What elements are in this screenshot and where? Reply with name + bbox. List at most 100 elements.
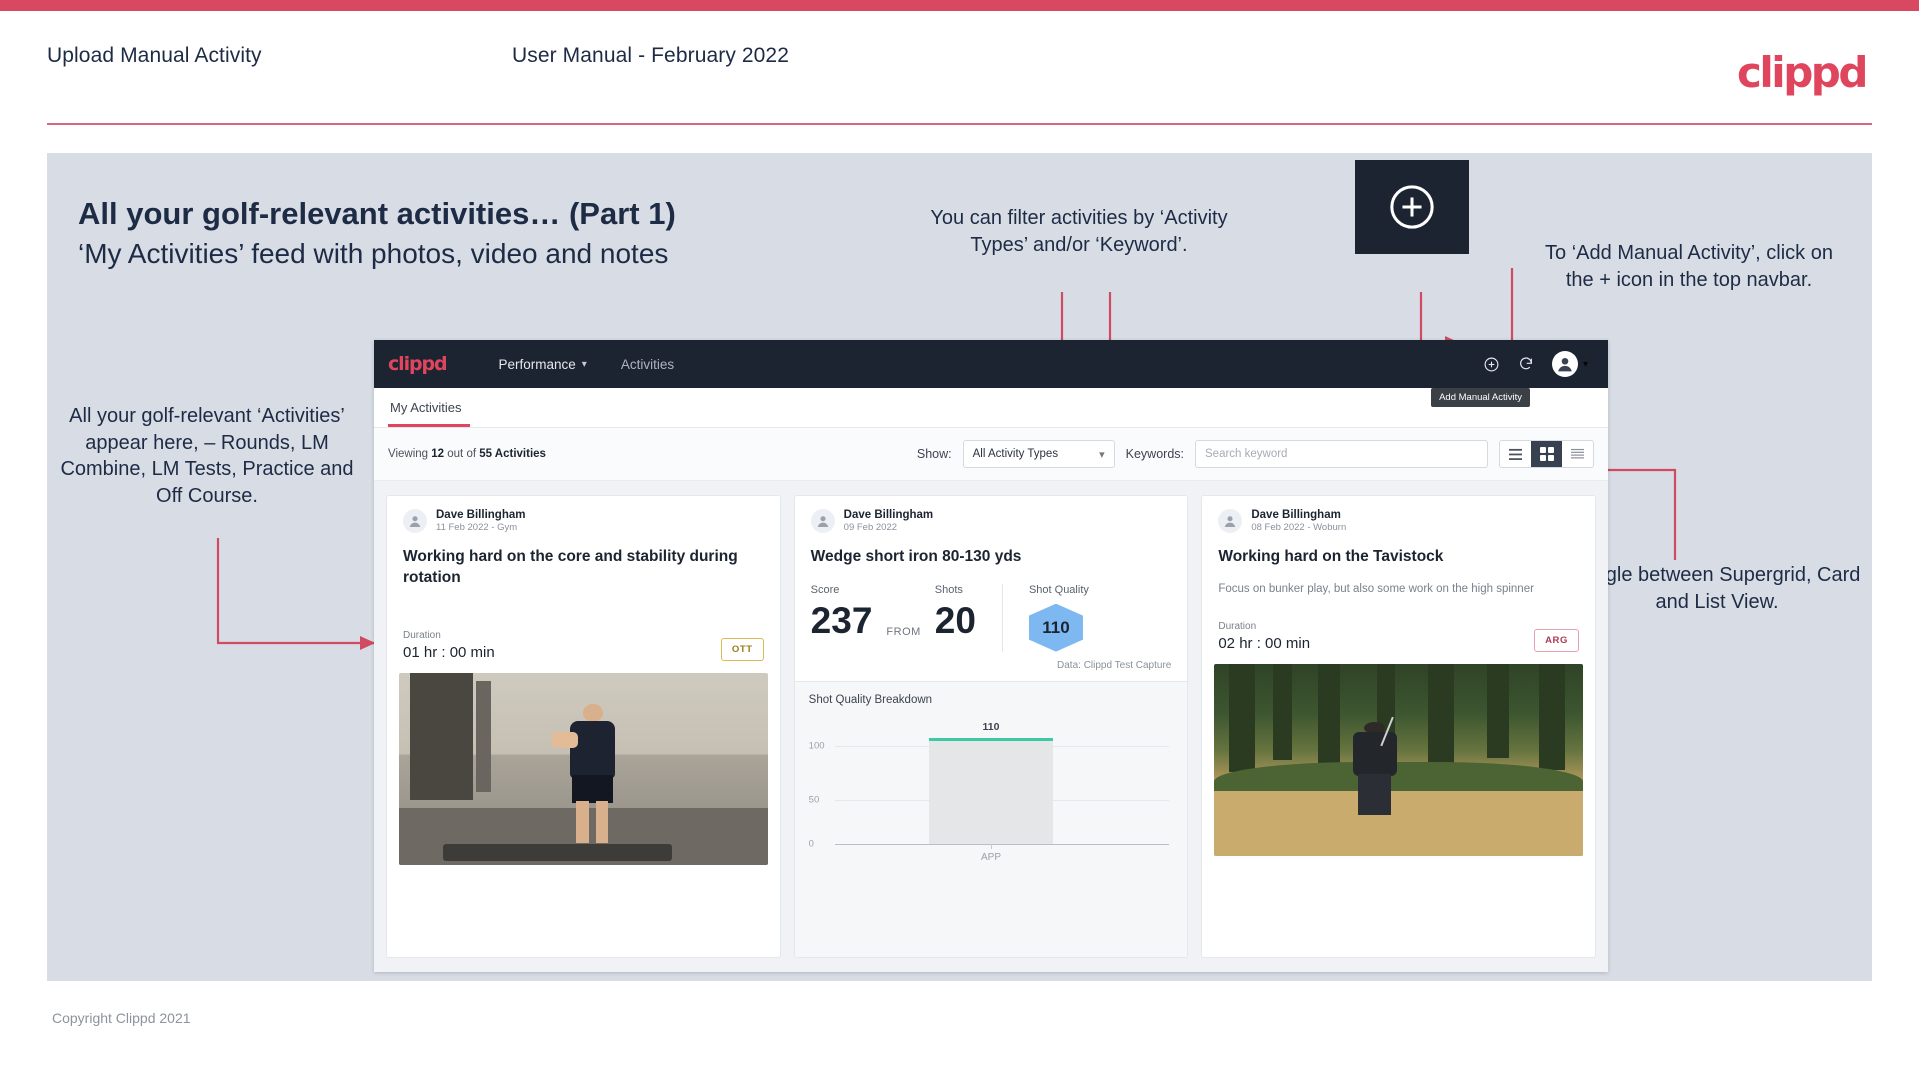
card-title: Wedge short iron 80-130 yds (810, 548, 1022, 565)
card-view-icon[interactable] (1562, 441, 1593, 467)
card-author: Dave Billingham (1251, 509, 1341, 521)
score-label: Score (810, 583, 840, 596)
user-menu[interactable]: ▾ (1551, 351, 1588, 377)
supergrid-view-icon[interactable] (1531, 441, 1562, 467)
search-input[interactable]: Search keyword (1195, 440, 1488, 468)
card-title: Working hard on the core and stability d… (403, 548, 738, 586)
card-author-block: Dave Billingham 11 Feb 2022 - Gym (436, 509, 525, 533)
callout-filter: You can filter activities by ‘Activity T… (930, 207, 1228, 256)
plus-circle-icon[interactable] (1483, 356, 1500, 373)
shots-metric: Shots 20 (935, 584, 976, 652)
card-author-block: Dave Billingham 08 Feb 2022 - Woburn (1251, 509, 1346, 533)
viewing-count-text: Viewing 12 out of 55 Activities (388, 448, 546, 460)
copyright-footer: Copyright Clippd 2021 (52, 1010, 191, 1026)
slide-subheading: ‘My Activities’ feed with photos, video … (78, 238, 669, 269)
from-label: FROM (886, 625, 921, 638)
callout-toggle-views: Toggle between Supergrid, Card and List … (1573, 564, 1861, 613)
bar-app (929, 739, 1053, 844)
y-tick-label: 100 (808, 740, 825, 752)
app-screenshot: clippd Performance ▾ Activities ▾ Add Ma… (374, 340, 1608, 972)
status-badge: OTT (720, 638, 764, 662)
refresh-icon[interactable] (1518, 356, 1534, 372)
duration-value: 02 hr : 00 min (1218, 635, 1311, 653)
card-duration-row: Duration 02 hr : 00 min ARG (1202, 621, 1595, 653)
card-meta: 08 Feb 2022 - Woburn (1251, 522, 1347, 533)
app-filter-bar: Viewing 12 out of 55 Activities Show: Al… (374, 428, 1608, 481)
gym-video-thumbnail[interactable] (399, 673, 768, 866)
tab-my-activities[interactable]: My Activities (388, 400, 470, 427)
app-navbar: clippd Performance ▾ Activities ▾ Add Ma… (374, 340, 1608, 407)
golf-bunker-photo[interactable] (1214, 664, 1584, 857)
shot-quality-hexagon: 110 (1028, 603, 1083, 652)
shots-value: 20 (934, 599, 976, 641)
slide-root: Upload Manual Activity User Manual - Feb… (0, 0, 1919, 1079)
activity-type-select[interactable]: All Activity Types ▾ (962, 440, 1115, 468)
avatar (403, 509, 427, 533)
card-description: Focus on bunker play, but also some work… (1218, 582, 1534, 595)
status-badge: ARG (1534, 629, 1580, 653)
page-subtitle: User Manual - February 2022 (512, 44, 789, 67)
x-tick-label: APP (980, 851, 1002, 863)
show-label: Show: (916, 447, 952, 461)
card-header: Dave Billingham 11 Feb 2022 - Gym (387, 496, 780, 533)
chevron-down-icon: ▾ (1099, 448, 1105, 461)
activity-type-value: All Activity Types (972, 448, 1059, 460)
chevron-down-icon: ▾ (581, 358, 587, 370)
bar-cap (929, 737, 1053, 741)
nav-link-activities[interactable]: Activities (621, 357, 674, 372)
avatar (810, 509, 835, 533)
card-meta: 11 Feb 2022 - Gym (436, 522, 518, 533)
x-tick (991, 843, 992, 849)
shot-quality-metric: Shot Quality 110 (1003, 584, 1089, 652)
duration-label: Duration (1218, 621, 1257, 633)
card-author: Dave Billingham (843, 509, 934, 521)
card-header: Dave Billingham 09 Feb 2022 (795, 496, 1188, 533)
bar-chart: 100 50 0 110 APP (808, 720, 1174, 870)
duration-block: Duration 01 hr : 00 min (403, 630, 495, 661)
add-manual-activity-highlight (1355, 160, 1469, 254)
duration-label: Duration (403, 630, 441, 642)
y-tick-label: 0 (808, 838, 814, 850)
add-manual-activity-tooltip: Add Manual Activity (1431, 388, 1530, 407)
score-metric: Score 237 (811, 584, 873, 652)
view-mode-toggle[interactable] (1499, 440, 1594, 468)
keywords-label: Keywords: (1125, 447, 1184, 461)
clippd-logo: clippd (1737, 48, 1868, 97)
activity-card[interactable]: Dave Billingham 08 Feb 2022 - Woburn Wor… (1201, 495, 1597, 958)
plus-circle-icon (1386, 181, 1438, 233)
card-duration-row: Duration 01 hr : 00 min OTT (387, 630, 780, 662)
top-accent-bar (0, 0, 1919, 11)
card-title: Working hard on the Tavistock (1218, 548, 1444, 565)
activity-card[interactable]: Dave Billingham 09 Feb 2022 Wedge short … (793, 495, 1189, 958)
chart-title: Shot Quality Breakdown (808, 693, 933, 706)
avatar (1218, 509, 1243, 533)
card-meta: 09 Feb 2022 (843, 522, 898, 533)
app-logo[interactable]: clippd (388, 353, 448, 375)
activity-card[interactable]: Dave Billingham 11 Feb 2022 - Gym Workin… (386, 495, 781, 958)
duration-value: 01 hr : 00 min (403, 644, 495, 662)
page-title: Upload Manual Activity (47, 44, 262, 67)
activities-grid: Dave Billingham 11 Feb 2022 - Gym Workin… (374, 481, 1608, 972)
duration-block: Duration 02 hr : 00 min (1218, 621, 1310, 652)
shots-label: Shots (934, 583, 963, 596)
callout-activities-feed: All your golf-relevant ‘Activities’ appe… (60, 405, 354, 507)
shot-quality-breakdown-chart: Shot Quality Breakdown 100 50 0 110 APP (794, 681, 1188, 957)
nav-link-performance[interactable]: Performance ▾ (499, 357, 587, 372)
shot-quality-label: Shot Quality (1028, 583, 1089, 596)
card-author-block: Dave Billingham 09 Feb 2022 (844, 509, 933, 533)
slide-heading: All your golf-relevant activities… (Part… (78, 196, 676, 231)
card-metrics: Score 237 FROM Shots 20 Shot Quality 110 (795, 568, 1188, 652)
data-source-label: Data: Clippd Test Capture (794, 652, 1188, 682)
app-tabbar: My Activities (374, 388, 1608, 428)
chevron-down-icon: ▾ (1582, 358, 1588, 370)
card-header: Dave Billingham 08 Feb 2022 - Woburn (1202, 496, 1595, 533)
user-avatar-icon (1551, 351, 1578, 377)
search-placeholder: Search keyword (1205, 448, 1288, 460)
list-view-icon[interactable] (1500, 441, 1531, 467)
callout-add-manual: To ‘Add Manual Activity’, click on the +… (1545, 242, 1833, 291)
header-divider (47, 123, 1872, 125)
score-value: 237 (810, 599, 873, 641)
y-tick-label: 50 (808, 794, 820, 806)
bar-value-label: 110 (982, 720, 1000, 733)
card-author: Dave Billingham (436, 509, 526, 521)
